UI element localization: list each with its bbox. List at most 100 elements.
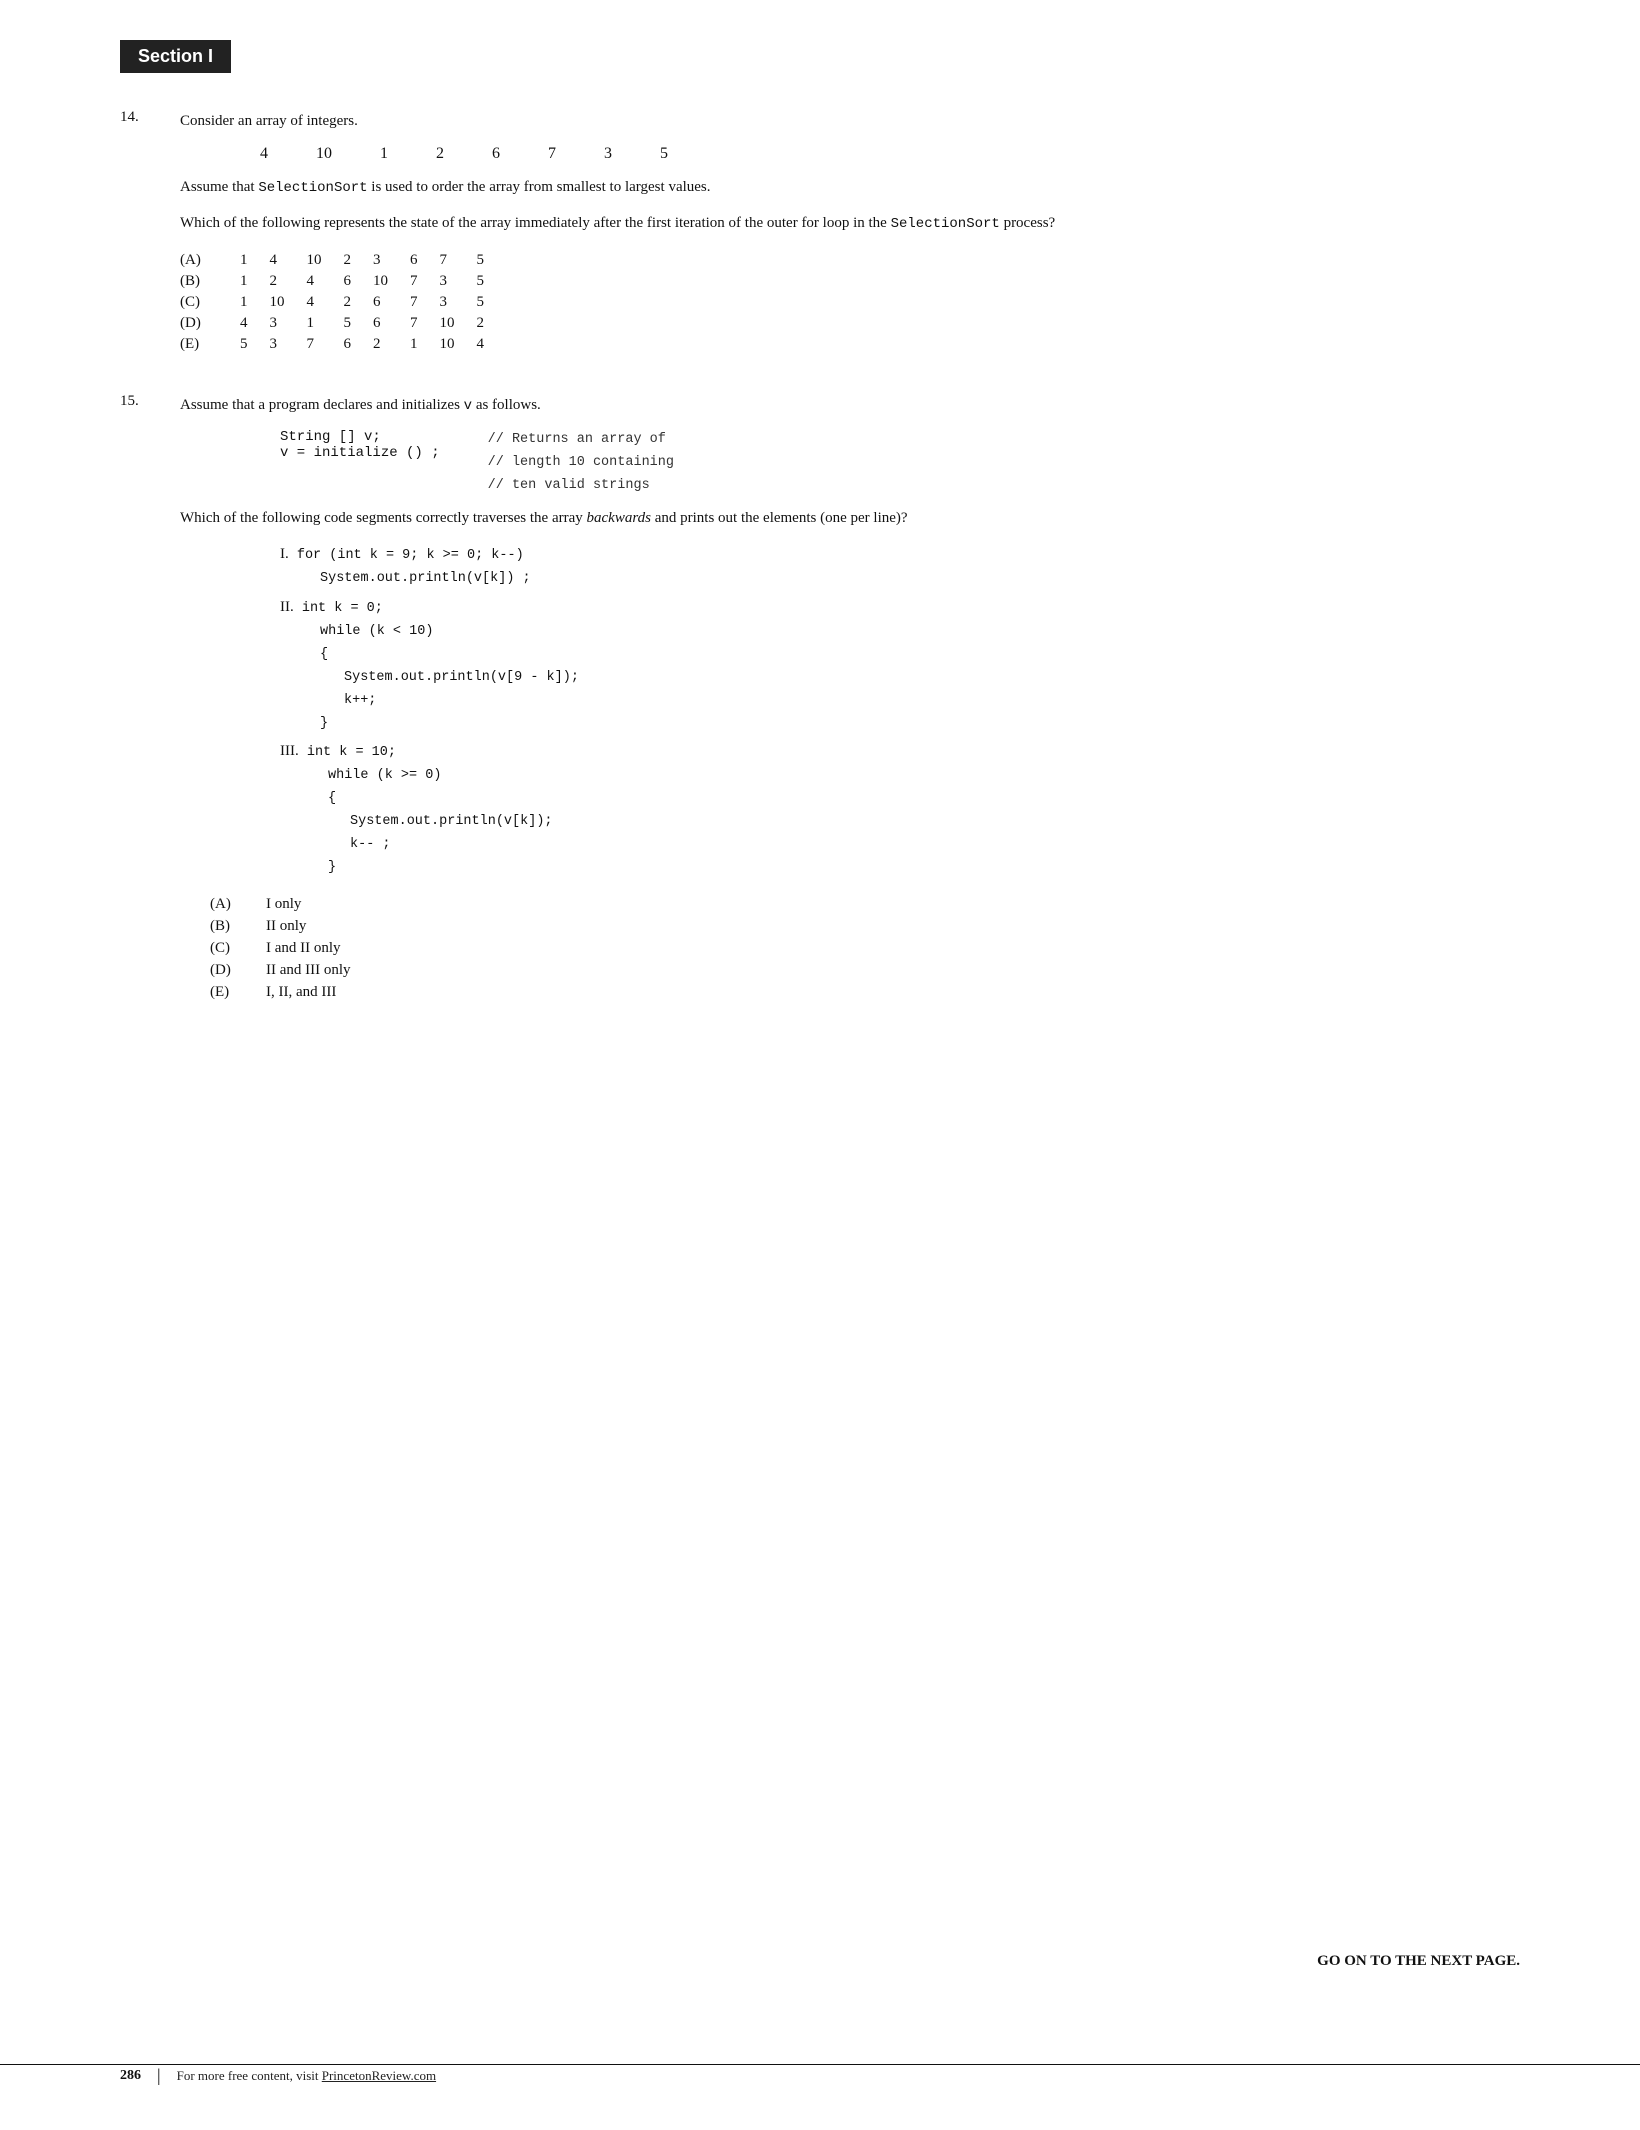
q14-opt-B-label: (B) <box>180 271 240 292</box>
q15-body: Assume that a program declares and initi… <box>180 393 1520 1006</box>
q14-option-E: (E) 5 3 7 6 2 1 10 4 <box>180 334 506 355</box>
seg-III-while: while (k >= 0) <box>280 765 1520 788</box>
q15-row: 15. Assume that a program declares and i… <box>120 393 1520 1006</box>
q14-opt-A-v1: 4 <box>270 250 307 271</box>
q14-opt-C-v4: 6 <box>373 292 410 313</box>
q14-opt-B-v5: 7 <box>410 271 440 292</box>
q14-opt-D-v7: 2 <box>477 313 507 334</box>
q15-v: v <box>464 398 472 414</box>
q14-opt-E-v0: 5 <box>240 334 270 355</box>
seg-II-label: II. <box>280 599 294 615</box>
q14-opt-A-label: (A) <box>180 250 240 271</box>
q14-opt-D-v2: 1 <box>307 313 344 334</box>
q14-opt-B-v3: 6 <box>344 271 374 292</box>
q14-sort-code: SelectionSort <box>258 180 367 196</box>
q14-opt-C-v2: 4 <box>307 292 344 313</box>
q15-segment-III: III. int k = 10; while (k >= 0) { System… <box>280 739 1520 880</box>
q15-code-block: String [] v; v = initialize () ; // Retu… <box>280 429 1520 498</box>
q15-opt-D-label: (D) <box>210 962 248 979</box>
q15-opt-B: (B) II only <box>210 918 1520 935</box>
q14-opt-D-v3: 5 <box>344 313 374 334</box>
q15-opt-D: (D) II and III only <box>210 962 1520 979</box>
q15-which-text: Which of the following code segments cor… <box>180 506 1520 530</box>
q15-decl-line2: v = initialize () ; <box>280 445 440 461</box>
q14-opt-A-v2: 10 <box>307 250 344 271</box>
q14-array: 4 10 1 2 6 7 3 5 <box>260 145 1520 163</box>
q14-opt-A-v3: 2 <box>344 250 374 271</box>
q14-opt-D-v1: 3 <box>270 313 307 334</box>
seg-II-close: } <box>280 713 1520 736</box>
seg-II-open: { <box>280 644 1520 667</box>
q15-opt-A-label: (A) <box>210 896 248 913</box>
q14-opt-D-v4: 6 <box>373 313 410 334</box>
q14-opt-C-v3: 2 <box>344 292 374 313</box>
q14-opt-A-v0: 1 <box>240 250 270 271</box>
q15-opt-C: (C) I and II only <box>210 940 1520 957</box>
q14-opt-B-v1: 2 <box>270 271 307 292</box>
q14-opt-E-label: (E) <box>180 334 240 355</box>
q14-opt-E-v4: 2 <box>373 334 410 355</box>
q14-option-D: (D) 4 3 1 5 6 7 10 2 <box>180 313 506 334</box>
q15-opt-E-text: I, II, and III <box>266 984 336 1001</box>
q15-comment2: // length 10 containing <box>488 452 674 475</box>
q14-opt-B-v2: 4 <box>307 271 344 292</box>
q14-text: Consider an array of integers. <box>180 109 1520 133</box>
seg-II-while: while (k < 10) <box>280 621 1520 644</box>
q15-segment-I: I. for (int k = 9; k >= 0; k--) System.o… <box>280 542 1520 591</box>
q14-opt-A-v4: 3 <box>373 250 410 271</box>
seg-III-label: III. <box>280 743 299 759</box>
q15-opt-A-text: I only <box>266 896 301 913</box>
q15-opt-D-text: II and III only <box>266 962 351 979</box>
q14-opt-C-v7: 5 <box>477 292 507 313</box>
q15-opt-B-text: II only <box>266 918 306 935</box>
seg-I-body: System.out.println(v[k]) ; <box>280 568 1520 591</box>
q14-opt-D-v5: 7 <box>410 313 440 334</box>
q15-code-comments: // Returns an array of // length 10 cont… <box>488 429 674 498</box>
footer-link[interactable]: PrincetonReview.com <box>322 2068 436 2083</box>
question-14: 14. Consider an array of integers. 4 10 … <box>120 109 1520 355</box>
q14-row: 14. Consider an array of integers. 4 10 … <box>120 109 1520 355</box>
q14-assume: Assume that SelectionSort is used to ord… <box>180 175 1520 199</box>
arr-0: 4 <box>260 145 268 163</box>
q14-which-code: SelectionSort <box>891 216 1000 232</box>
q15-opt-C-text: I and II only <box>266 940 341 957</box>
seg-III-print: System.out.println(v[k]); <box>280 811 1520 834</box>
q14-opt-A-v5: 6 <box>410 250 440 271</box>
q14-opt-B-v6: 3 <box>440 271 477 292</box>
q14-opt-C-label: (C) <box>180 292 240 313</box>
seg-I-label: I. <box>280 546 289 562</box>
q14-opt-C-v1: 10 <box>270 292 307 313</box>
q14-opt-E-v6: 10 <box>440 334 477 355</box>
page: Section I 14. Consider an array of integ… <box>0 0 1640 2130</box>
q14-number: 14. <box>120 109 180 126</box>
q14-opt-E-v1: 3 <box>270 334 307 355</box>
q14-opt-B-v7: 5 <box>477 271 507 292</box>
q14-option-A: (A) 1 4 10 2 3 6 7 5 <box>180 250 506 271</box>
arr-4: 6 <box>492 145 500 163</box>
q15-options: (A) I only (B) II only (C) I and II only… <box>210 896 1520 1001</box>
footer: 286 | For more free content, visit Princ… <box>0 2064 1640 2086</box>
q15-comment3: // ten valid strings <box>488 475 674 498</box>
go-next: GO ON TO THE NEXT PAGE. <box>1317 1953 1520 1970</box>
footer-page-number: 286 <box>120 2068 141 2084</box>
q14-opt-D-v6: 10 <box>440 313 477 334</box>
arr-2: 1 <box>380 145 388 163</box>
seg-III-dec: k-- ; <box>280 834 1520 857</box>
seg-II-inc: k++; <box>280 690 1520 713</box>
arr-5: 7 <box>548 145 556 163</box>
seg-III-open: { <box>280 788 1520 811</box>
q14-option-B: (B) 1 2 4 6 10 7 3 5 <box>180 271 506 292</box>
q14-opt-A-v7: 5 <box>477 250 507 271</box>
footer-text: For more free content, visit PrincetonRe… <box>177 2068 436 2084</box>
q14-opt-E-v3: 6 <box>344 334 374 355</box>
arr-3: 2 <box>436 145 444 163</box>
q14-which: Which of the following represents the st… <box>180 211 1520 235</box>
q14-opt-E-v5: 1 <box>410 334 440 355</box>
q14-option-C: (C) 1 10 4 2 6 7 3 5 <box>180 292 506 313</box>
q14-options: (A) 1 4 10 2 3 6 7 5 (B) 1 <box>180 250 506 355</box>
q14-opt-C-v5: 7 <box>410 292 440 313</box>
q15-opt-C-label: (C) <box>210 940 248 957</box>
q14-opt-A-v6: 7 <box>440 250 477 271</box>
arr-1: 10 <box>316 145 332 163</box>
seg-III-close: } <box>280 857 1520 880</box>
